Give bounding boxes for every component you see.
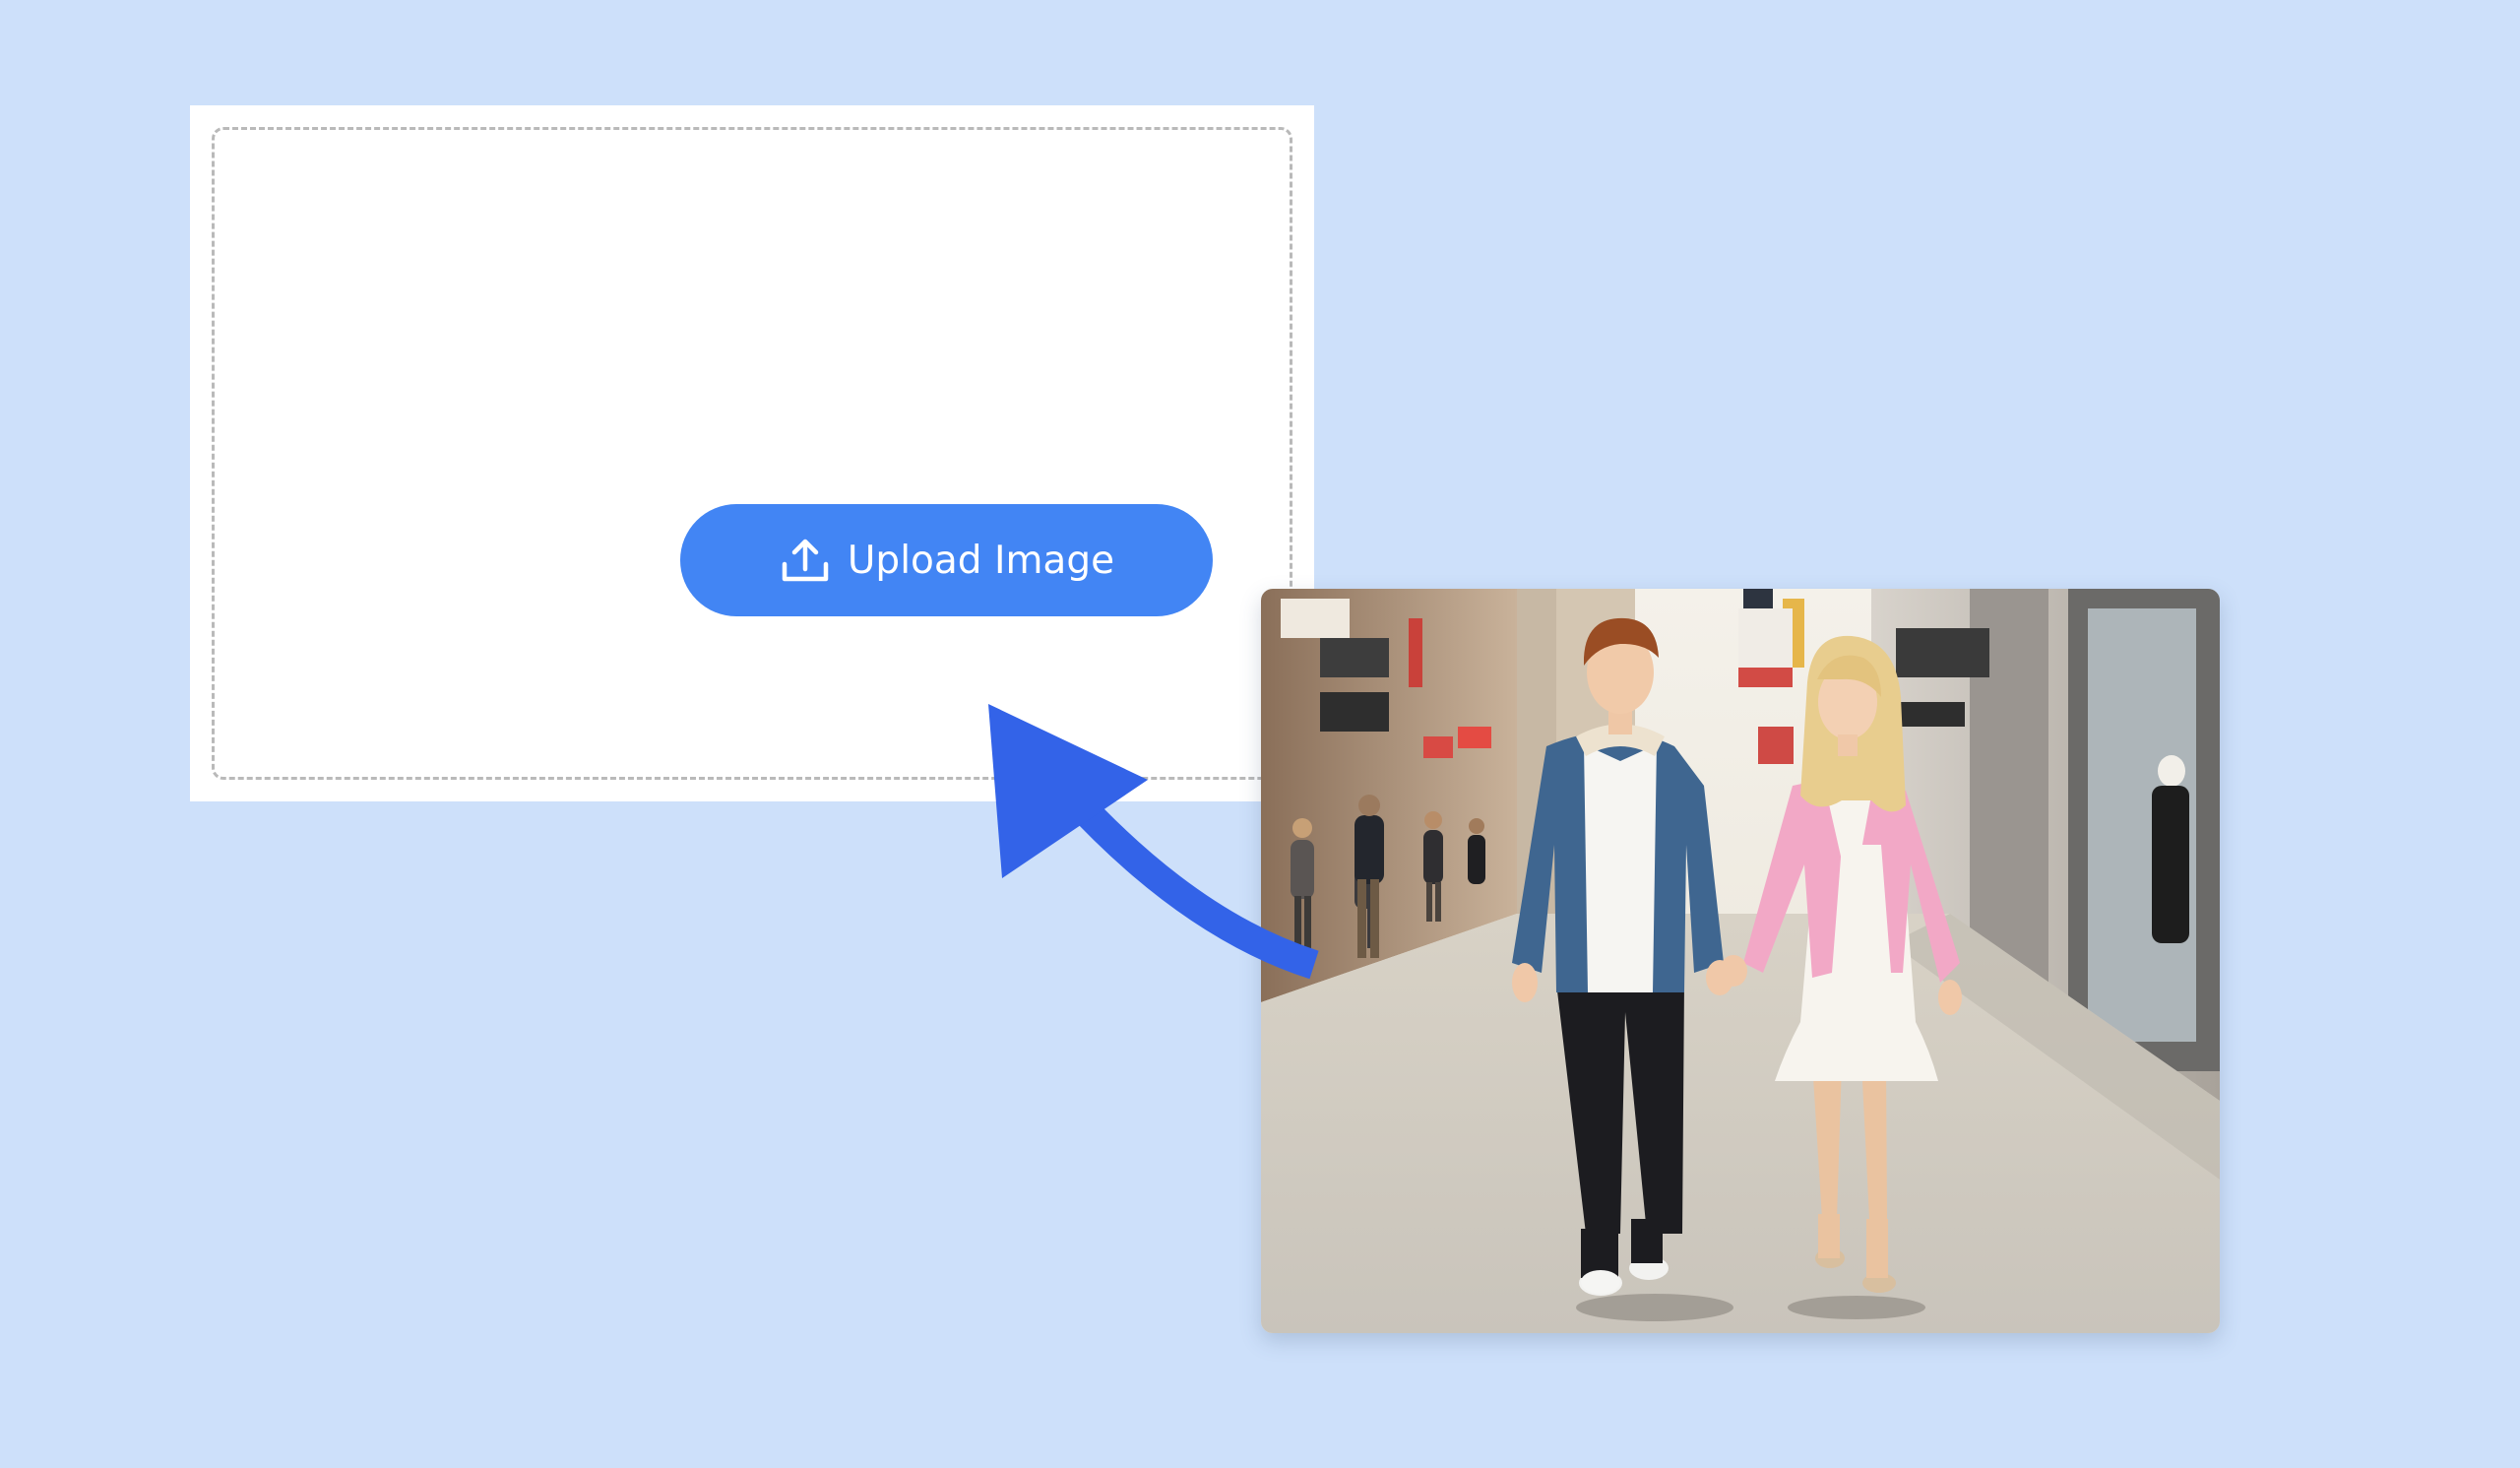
upload-image-button[interactable]: Upload Image [680, 504, 1213, 616]
curved-arrow-icon [988, 704, 1319, 980]
upload-icon [782, 539, 829, 582]
sample-photo[interactable] [1261, 589, 2220, 1333]
dropzone[interactable] [212, 127, 1292, 780]
couple-walking-photo [1261, 589, 2220, 1333]
upload-button-label: Upload Image [847, 538, 1115, 583]
